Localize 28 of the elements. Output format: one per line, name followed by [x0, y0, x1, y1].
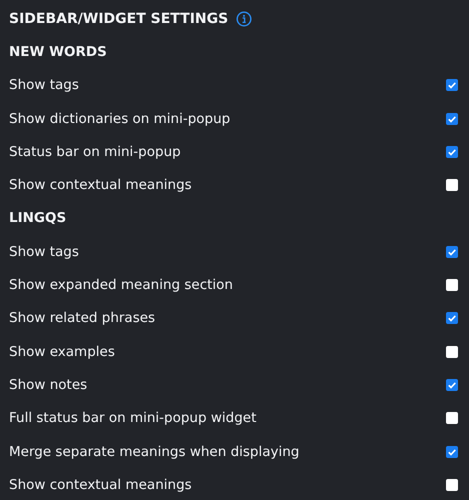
checkbox[interactable]	[446, 79, 458, 92]
checkbox[interactable]	[446, 179, 458, 192]
checkbox[interactable]	[446, 412, 458, 424]
option-label: Show tags	[9, 77, 80, 94]
option-label: Merge separate meanings when displaying	[9, 444, 300, 460]
option-label: Show examples	[9, 344, 116, 360]
checkbox[interactable]	[446, 446, 458, 458]
option-label: Show dictionaries on mini-popup	[9, 110, 232, 127]
option-label: Show tags	[9, 244, 80, 260]
option-label: Show related phrases	[9, 310, 156, 326]
option-label: Show notes	[9, 376, 88, 393]
checkbox[interactable]	[446, 112, 458, 125]
section-heading: LINGQS	[9, 210, 66, 226]
checkbox[interactable]	[446, 378, 458, 391]
info-icon[interactable]	[236, 10, 252, 27]
option-label: Full status bar on mini-popup widget	[9, 410, 258, 426]
checkbox[interactable]	[446, 279, 458, 292]
checkbox[interactable]	[446, 312, 458, 324]
checkbox[interactable]	[446, 246, 458, 258]
option-label: Status bar on mini-popup	[9, 144, 182, 160]
checkbox[interactable]	[446, 478, 458, 491]
checkbox[interactable]	[446, 346, 458, 358]
option-label: Show expanded meaning section	[9, 277, 234, 294]
section-heading: NEW WORDS	[9, 44, 107, 60]
settings-title: SIDEBAR/WIDGET SETTINGS	[9, 10, 228, 27]
option-label: Show contextual meanings	[9, 476, 193, 493]
checkbox[interactable]	[446, 146, 458, 158]
option-label: Show contextual meanings	[9, 177, 193, 194]
